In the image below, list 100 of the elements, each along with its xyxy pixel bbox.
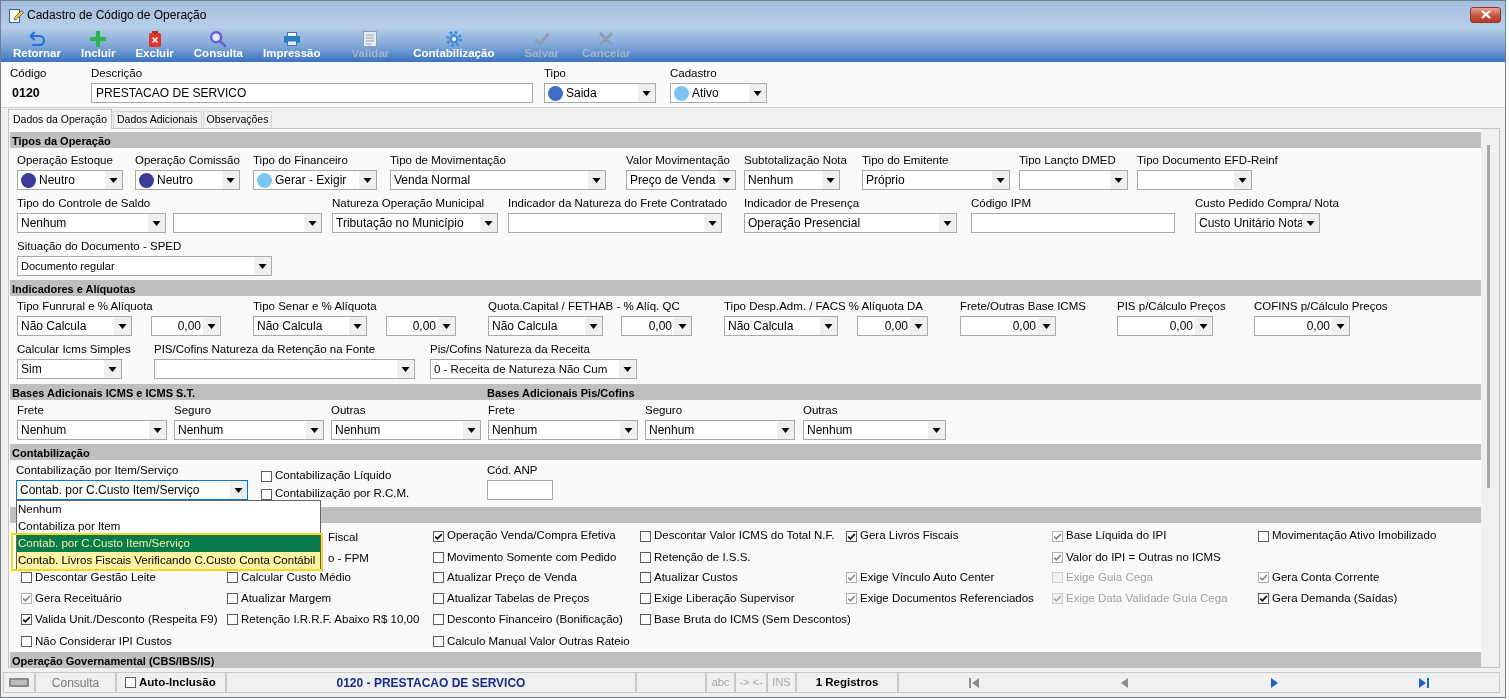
field-label: Cód. ANP bbox=[487, 463, 538, 478]
delete-icon bbox=[148, 31, 161, 47]
dropdown-field[interactable]: 0,00 bbox=[386, 316, 456, 336]
checkbox[interactable] bbox=[640, 614, 651, 626]
dropdown-field[interactable]: Documento regular bbox=[17, 256, 272, 276]
dropdown-field[interactable]: 0,00 bbox=[1117, 316, 1213, 336]
dropdown-field[interactable]: Nenhum bbox=[803, 420, 946, 440]
dropdown-field[interactable]: 0,00 bbox=[960, 316, 1056, 336]
dropdown-field[interactable]: Nenhum bbox=[17, 213, 166, 233]
dropdown-field[interactable]: Gerar - Exigir bbox=[253, 170, 377, 190]
dropdown-field[interactable]: Nenhum bbox=[488, 420, 638, 440]
checkbox[interactable] bbox=[1258, 571, 1269, 583]
tab[interactable]: Dados Adicionais bbox=[113, 111, 202, 128]
checkbox[interactable] bbox=[227, 593, 238, 605]
checkbox[interactable] bbox=[1052, 551, 1063, 563]
dropdown-field[interactable] bbox=[1019, 170, 1128, 190]
checkbox[interactable] bbox=[640, 530, 651, 542]
dropdown-field[interactable]: Não Calcula bbox=[724, 316, 838, 336]
scrollbar[interactable] bbox=[1481, 129, 1499, 667]
dropdown-field[interactable] bbox=[508, 213, 722, 233]
dropdown-field[interactable]: Ativo bbox=[670, 83, 767, 103]
field-label: Natureza Operação Municipal bbox=[332, 196, 485, 211]
checkbox[interactable] bbox=[1052, 530, 1063, 542]
dropdown-field[interactable] bbox=[154, 359, 415, 379]
dropdown-field[interactable]: 0,00 bbox=[1254, 316, 1350, 336]
dropdown-field[interactable]: Contab. por C.Custo Item/Serviço bbox=[16, 480, 248, 500]
checkbox[interactable] bbox=[640, 551, 651, 563]
checkbox[interactable] bbox=[261, 470, 272, 482]
scrollbar-thumb[interactable] bbox=[1487, 145, 1490, 488]
dropdown-field[interactable]: 0,00 bbox=[151, 316, 221, 336]
checkbox[interactable] bbox=[433, 530, 444, 542]
checkbox-label: Valida Unit./Desconto (Respeita F9) bbox=[35, 612, 218, 628]
checkbox[interactable] bbox=[21, 593, 32, 605]
caret-icon bbox=[438, 317, 455, 335]
tab[interactable]: Observações bbox=[202, 111, 273, 128]
dropdown-field[interactable]: 0,00 bbox=[857, 316, 928, 336]
dropdown-field[interactable]: Nenhum bbox=[17, 420, 167, 440]
checkbox[interactable] bbox=[846, 593, 857, 605]
checkbox-label: Exige Vínculo Auto Center bbox=[860, 569, 995, 585]
caret-icon bbox=[114, 317, 131, 335]
checkbox-label: Movimentação Ativo Imobilizado bbox=[1272, 528, 1437, 544]
field-label: Frete bbox=[17, 403, 44, 418]
text-field[interactable]: PRESTACAO DE SERVICO bbox=[91, 83, 533, 103]
checkbox-label: Retenção de I.S.S. bbox=[654, 549, 751, 565]
dropdown-field[interactable]: Sim bbox=[17, 359, 122, 379]
checkbox[interactable] bbox=[433, 571, 444, 583]
dropdown-field[interactable]: Neutro bbox=[17, 170, 123, 190]
checkbox[interactable] bbox=[21, 614, 32, 626]
checkbox[interactable] bbox=[261, 488, 272, 500]
text-field[interactable] bbox=[971, 213, 1175, 233]
checkbox[interactable] bbox=[433, 635, 444, 647]
field-label: Situação do Documento - SPED bbox=[17, 239, 182, 254]
close-button[interactable] bbox=[1470, 6, 1501, 23]
dropdown-option[interactable]: Contab. Livros Fiscais Verificando C.Custo Conta Contábil bbox=[17, 552, 320, 569]
checkbox[interactable] bbox=[433, 593, 444, 605]
checkbox-label: Retenção I.R.R.F. Abaixo R$ 10,00 bbox=[241, 612, 420, 628]
checkbox-label: Calcular Custo Médio bbox=[241, 569, 351, 585]
field-label: Custo Pedido Compra/ Nota bbox=[1195, 196, 1339, 211]
dropdown-field[interactable]: Venda Normal bbox=[390, 170, 606, 190]
dropdown-field[interactable]: Não Calcula bbox=[17, 316, 132, 336]
checkbox[interactable] bbox=[1258, 593, 1269, 605]
checkbox[interactable] bbox=[640, 593, 651, 605]
dropdown-field[interactable]: Nenhum bbox=[645, 420, 795, 440]
caret-icon bbox=[585, 317, 602, 335]
dropdown-field[interactable] bbox=[173, 213, 322, 233]
dropdown-field[interactable]: Preço de Venda bbox=[626, 170, 736, 190]
checkbox[interactable] bbox=[846, 530, 857, 542]
caret-icon bbox=[749, 84, 766, 102]
checkbox[interactable] bbox=[846, 571, 857, 583]
dropdown-field[interactable]: Nenhum bbox=[174, 420, 324, 440]
checkbox[interactable] bbox=[1258, 530, 1269, 542]
tab[interactable]: Dados da Operação bbox=[8, 109, 112, 129]
caret-icon bbox=[619, 360, 636, 378]
dropdown-field[interactable]: Próprio bbox=[862, 170, 1010, 190]
dropdown-field[interactable]: Não Calcula bbox=[253, 316, 367, 336]
dropdown-option[interactable]: Contab. por C.Custo Item/Serviço bbox=[17, 535, 320, 552]
dropdown-field[interactable] bbox=[1137, 170, 1252, 190]
code-value: 0120 bbox=[12, 85, 40, 102]
dropdown-field[interactable]: Nenhum bbox=[744, 170, 840, 190]
checkbox[interactable] bbox=[433, 614, 444, 626]
checkbox[interactable] bbox=[640, 571, 651, 583]
checkbox[interactable] bbox=[21, 635, 32, 647]
checkbox[interactable] bbox=[433, 551, 444, 563]
checkbox-label: Movimento Somente com Pedido bbox=[447, 549, 617, 565]
field-label: Tipo Senar e % Alíquota bbox=[253, 299, 377, 314]
checkbox[interactable] bbox=[227, 614, 238, 626]
dropdown-field[interactable]: Neutro bbox=[135, 170, 240, 190]
checkbox[interactable] bbox=[227, 571, 238, 583]
dropdown-field[interactable]: 0 - Receita de Natureza Não Cum bbox=[430, 359, 637, 379]
dropdown-field[interactable]: Nenhum bbox=[331, 420, 481, 440]
section-title: Bases Adicionais ICMS e ICMS S.T. bbox=[12, 387, 195, 399]
text-field[interactable] bbox=[487, 480, 553, 500]
checkbox[interactable] bbox=[21, 571, 32, 583]
caret-icon bbox=[306, 421, 323, 439]
checkbox[interactable] bbox=[125, 677, 136, 688]
dropdown-field[interactable]: Operação Presencial bbox=[744, 213, 957, 233]
dropdown-field[interactable]: Tributação no Município bbox=[332, 213, 498, 233]
dropdown-field[interactable]: Saida bbox=[544, 83, 656, 103]
dropdown-field[interactable]: Não Calcula bbox=[488, 316, 603, 336]
dropdown-field[interactable]: 0,00 bbox=[621, 316, 692, 336]
